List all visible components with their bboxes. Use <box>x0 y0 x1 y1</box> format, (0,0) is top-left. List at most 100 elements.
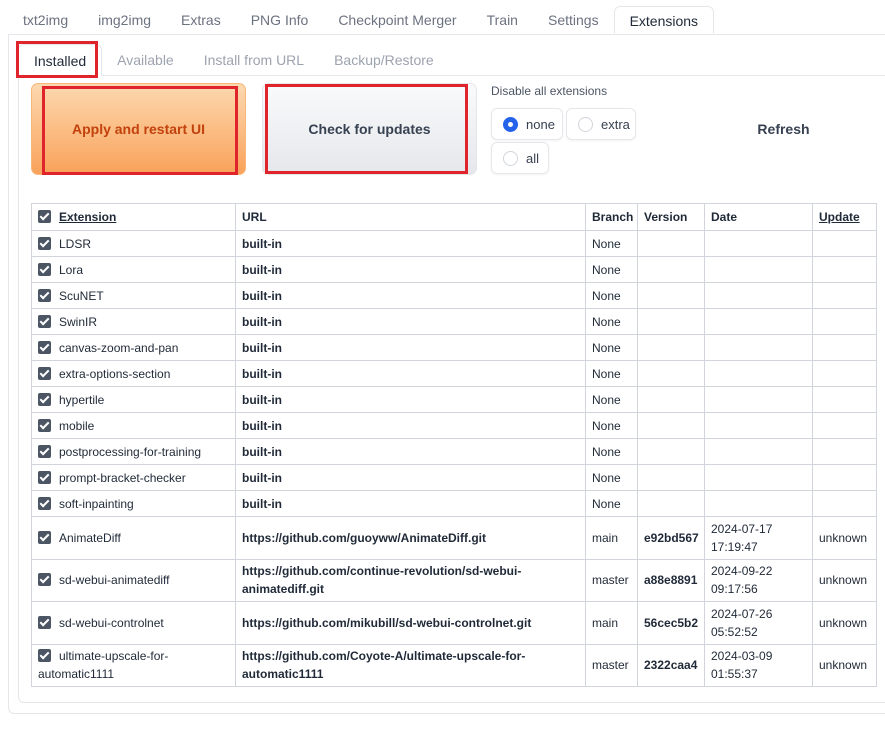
tab-extras[interactable]: Extras <box>166 6 236 34</box>
extension-branch: None <box>585 334 638 361</box>
tab-settings[interactable]: Settings <box>533 6 614 34</box>
extension-branch: None <box>585 308 638 335</box>
extension-checkbox[interactable] <box>38 288 51 302</box>
extension-name: sd-webui-animatediff <box>59 573 170 588</box>
radio-extra[interactable]: extra <box>566 108 636 140</box>
extension-checkbox[interactable] <box>38 615 51 629</box>
extension-name: extra-options-section <box>59 366 171 381</box>
table-row: soft-inpainting built-in None <box>31 490 877 517</box>
extension-checkbox[interactable] <box>38 418 51 432</box>
extension-url[interactable]: https://github.com/continue-revolution/s… <box>235 558 586 602</box>
tab-available[interactable]: Available <box>102 44 189 76</box>
table-header-row: Extension URL Branch Version Date Update <box>31 203 877 231</box>
extension-version[interactable]: a88e8891 <box>637 558 705 602</box>
extension-name-line-2: automatic1111 <box>38 667 115 682</box>
extension-branch: None <box>585 438 638 465</box>
tab-txt2img[interactable]: txt2img <box>8 6 83 34</box>
table-row: prompt-bracket-checker built-in None <box>31 464 877 491</box>
radio-all[interactable]: all <box>491 142 549 174</box>
header-update-label[interactable]: Update <box>819 210 860 224</box>
tab-checkpoint-merger[interactable]: Checkpoint Merger <box>323 6 471 34</box>
extension-date <box>704 282 813 309</box>
table-row: SwinIR built-in None <box>31 308 877 335</box>
header-update: Update <box>812 203 877 231</box>
table-row: ScuNET built-in None <box>31 282 877 309</box>
extension-name: ScuNET <box>59 288 104 303</box>
header-extension-label[interactable]: Extension <box>59 210 116 224</box>
url-line-2: automatic1111 <box>242 667 324 682</box>
extension-url[interactable]: https://github.com/mikubill/sd-webui-con… <box>235 601 586 645</box>
extension-checkbox[interactable] <box>38 366 51 380</box>
extension-checkbox[interactable] <box>38 649 51 663</box>
extension-name: prompt-bracket-checker <box>59 470 186 485</box>
date-day: 2024-07-17 <box>711 521 773 536</box>
extension-url: built-in <box>235 334 586 361</box>
extension-name: SwinIR <box>59 314 98 329</box>
extension-name: mobile <box>59 418 95 433</box>
extension-name-line-1: ultimate-upscale-for- <box>59 649 169 664</box>
extension-checkbox[interactable] <box>38 573 51 587</box>
extension-checkbox[interactable] <box>38 392 51 406</box>
extension-date <box>704 386 813 413</box>
tab-installed[interactable]: Installed <box>18 44 103 76</box>
header-url: URL <box>235 203 586 231</box>
table-row: hypertile built-in None <box>31 386 877 413</box>
extension-version[interactable]: 2322caa4 <box>637 643 705 687</box>
tab-img2img[interactable]: img2img <box>83 6 166 34</box>
date-day: 2024-07-26 <box>711 606 773 621</box>
extension-name: LDSR <box>59 236 92 251</box>
extension-branch: None <box>585 282 638 309</box>
tab-train[interactable]: Train <box>472 6 533 34</box>
header-version: Version <box>637 203 705 231</box>
extension-update: unknown <box>812 643 877 687</box>
extension-checkbox[interactable] <box>38 314 51 328</box>
extension-branch: None <box>585 464 638 491</box>
radio-none[interactable]: none <box>491 108 563 140</box>
tab-png-info[interactable]: PNG Info <box>236 6 324 34</box>
table-row: mobile built-in None <box>31 412 877 439</box>
date-day: 2024-03-09 <box>711 649 773 664</box>
table-row: LDSR built-in None <box>31 230 877 257</box>
extension-branch: main <box>585 516 638 560</box>
extensions-table: Extension URL Branch Version Date Update… <box>31 203 877 687</box>
table-row: sd-webui-animatediff https://github.com/… <box>31 558 877 602</box>
extension-version <box>637 464 705 491</box>
tab-extensions[interactable]: Extensions <box>613 6 715 34</box>
extension-version[interactable]: 56cec5b2 <box>637 601 705 645</box>
tab-backup-restore[interactable]: Backup/Restore <box>319 44 449 76</box>
extension-url: built-in <box>235 360 586 387</box>
extension-url: built-in <box>235 308 586 335</box>
extension-update: unknown <box>812 516 877 560</box>
apply-and-restart-button[interactable]: Apply and restart UI <box>31 83 246 175</box>
extension-checkbox[interactable] <box>38 530 51 544</box>
extension-checkbox[interactable] <box>38 236 51 250</box>
table-row: ultimate-upscale-for-automatic1111 https… <box>31 643 877 687</box>
refresh-button[interactable]: Refresh <box>692 83 875 175</box>
extension-version[interactable]: e92bd567 <box>637 516 705 560</box>
extension-checkbox[interactable] <box>38 470 51 484</box>
extension-branch: None <box>585 360 638 387</box>
extension-url[interactable]: https://github.com/Coyote-A/ultimate-ups… <box>235 643 586 687</box>
select-all-checkbox[interactable] <box>38 210 51 223</box>
extension-version <box>637 282 705 309</box>
extension-branch: None <box>585 412 638 439</box>
extension-url: built-in <box>235 490 586 517</box>
extension-version <box>637 412 705 439</box>
extension-version <box>637 308 705 335</box>
extension-branch: None <box>585 490 638 517</box>
extension-name: soft-inpainting <box>59 496 134 511</box>
tab-install-from-url[interactable]: Install from URL <box>189 44 319 76</box>
extension-version <box>637 438 705 465</box>
extension-checkbox[interactable] <box>38 496 51 510</box>
table-row: AnimateDiff https://github.com/guoyww/An… <box>31 516 877 560</box>
extension-date <box>704 490 813 517</box>
radio-unselected-icon <box>503 150 518 166</box>
extension-name: canvas-zoom-and-pan <box>59 340 179 355</box>
check-for-updates-button[interactable]: Check for updates <box>262 83 477 175</box>
extension-date <box>704 438 813 465</box>
extension-url[interactable]: https://github.com/guoyww/AnimateDiff.gi… <box>235 516 586 560</box>
extension-checkbox[interactable] <box>38 262 51 276</box>
extension-checkbox[interactable] <box>38 340 51 354</box>
extension-name: sd-webui-controlnet <box>59 615 164 630</box>
extension-checkbox[interactable] <box>38 444 51 458</box>
